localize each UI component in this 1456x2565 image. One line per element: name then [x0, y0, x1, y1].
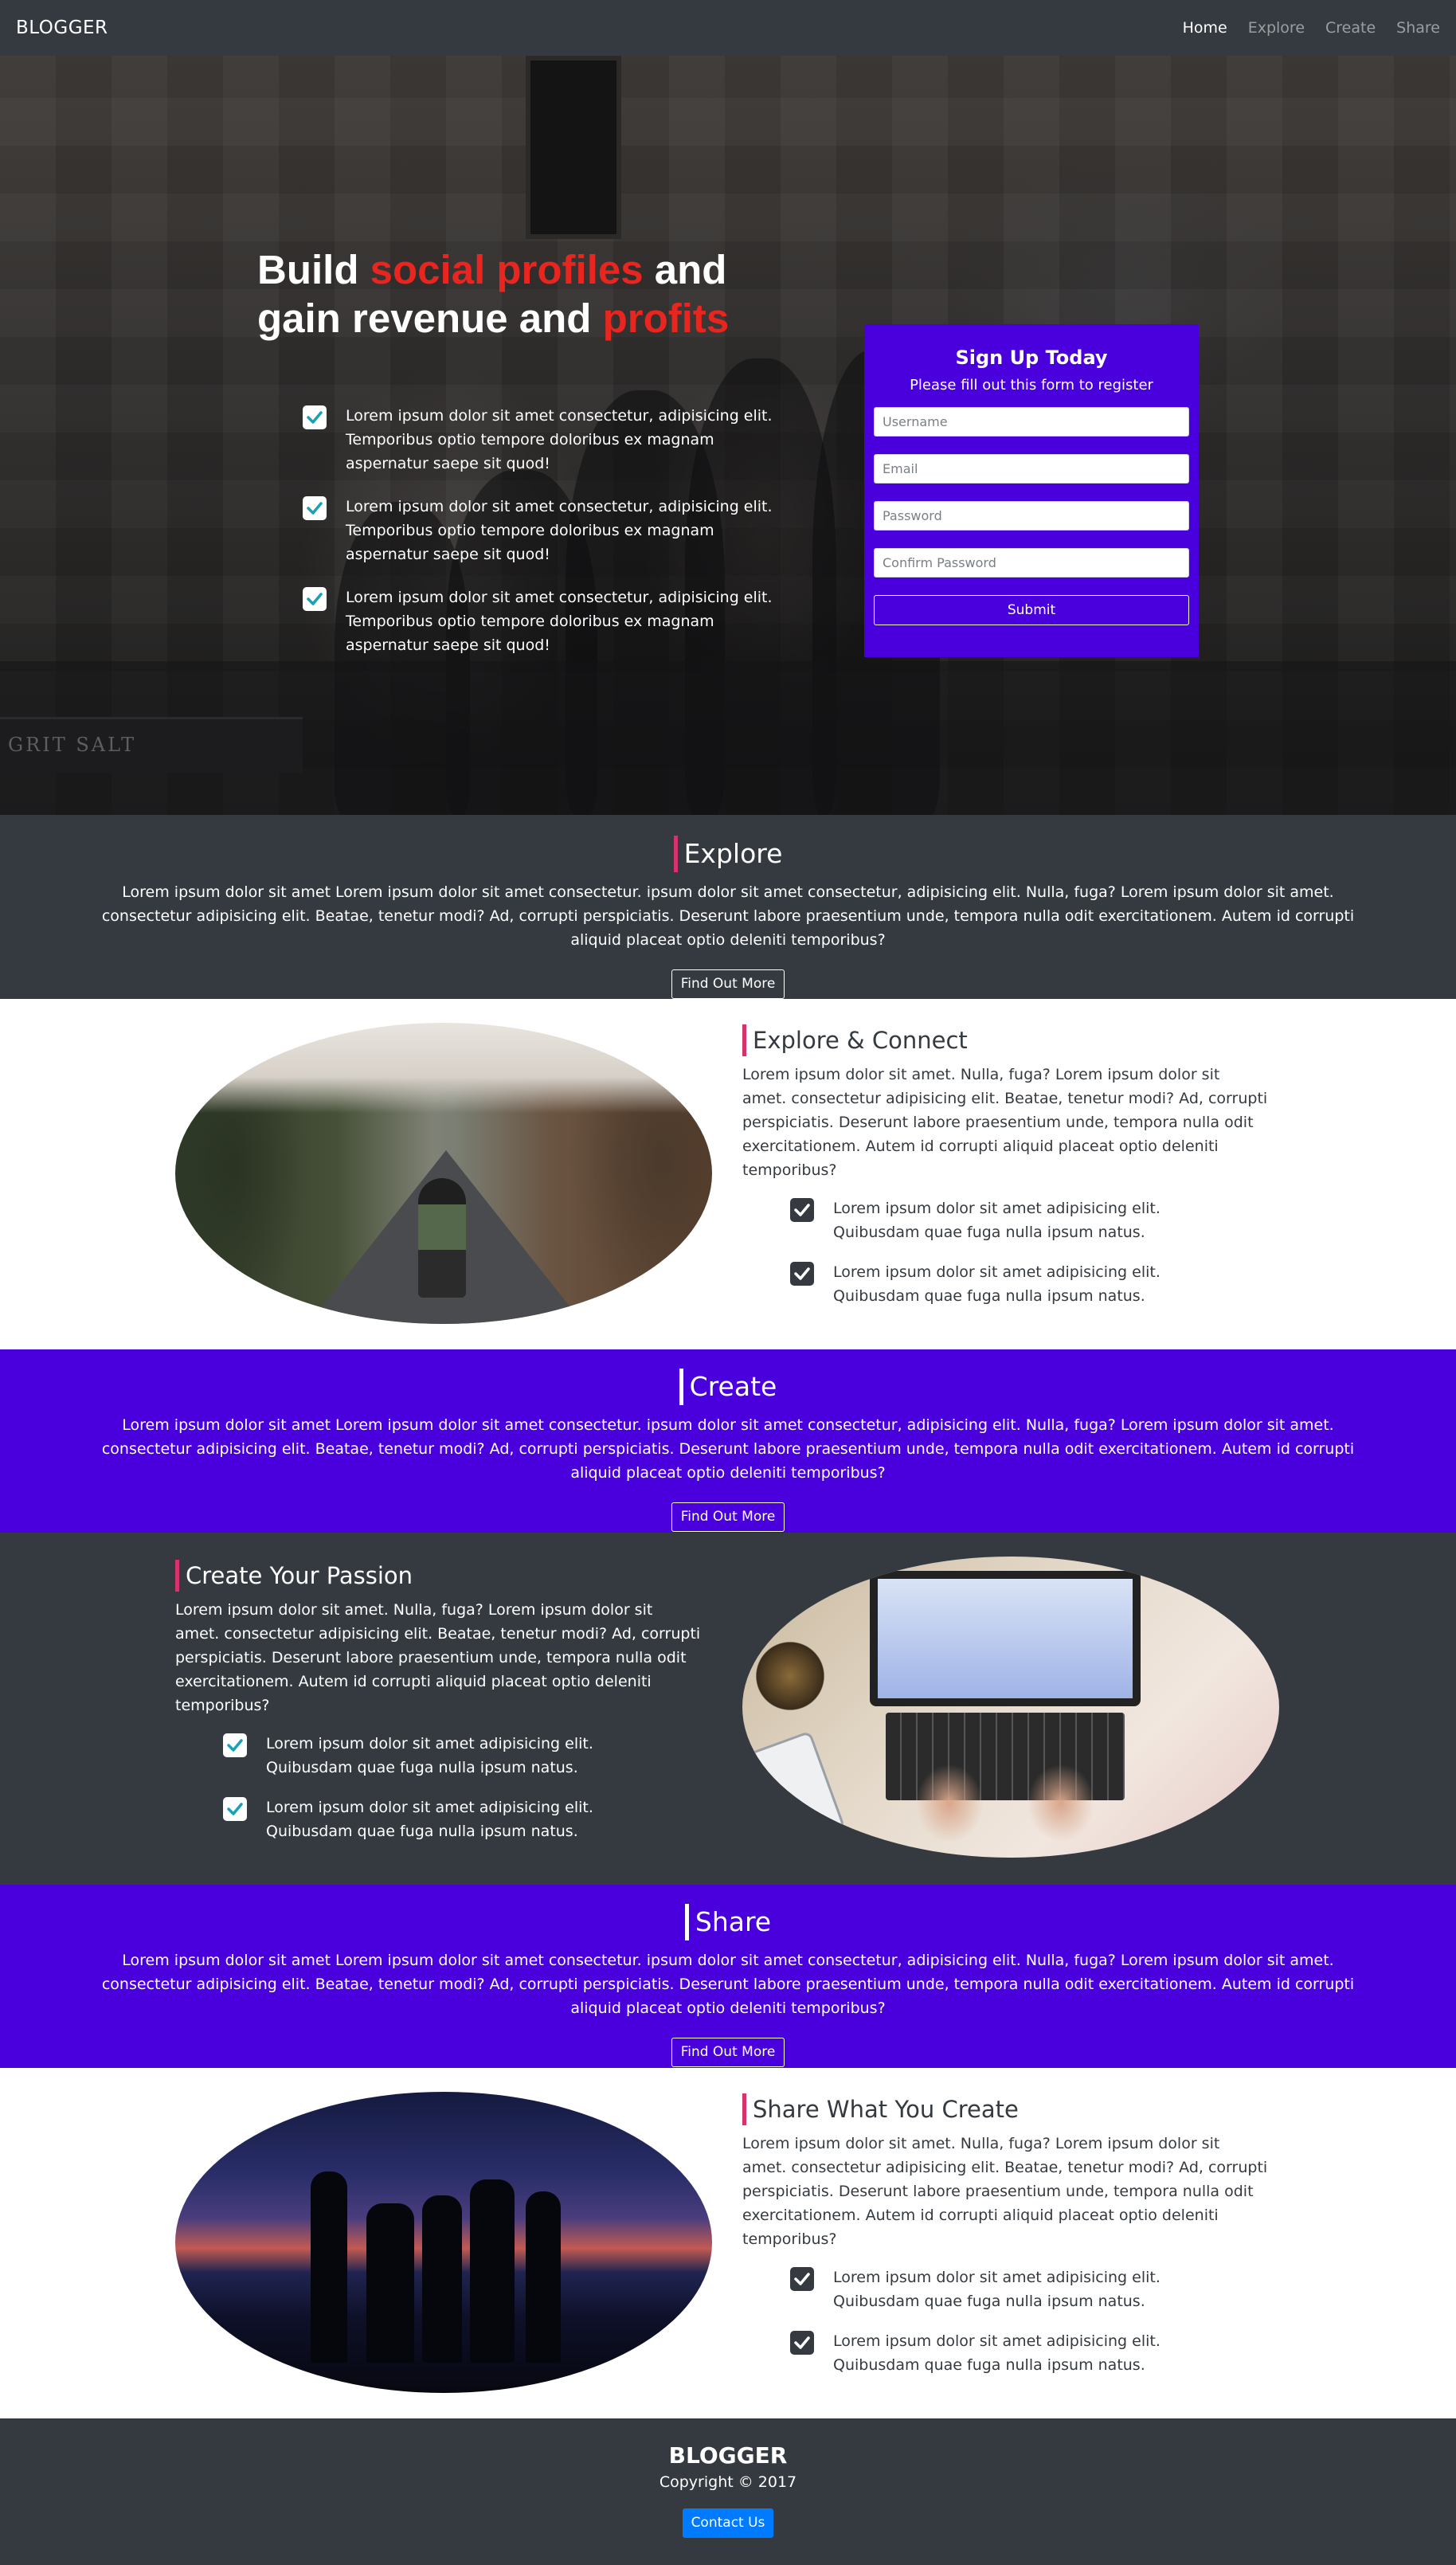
share-find-out-more-button[interactable]: Find Out More [671, 2038, 785, 2067]
signup-card: Sign Up Today Please fill out this form … [864, 324, 1199, 657]
hero-window-decor [526, 56, 621, 239]
hero-title-highlight-2: profits [602, 296, 730, 341]
create-find-out-more-button[interactable]: Find Out More [671, 1502, 785, 1532]
create-passion-content: Create Your Passion Lorem ipsum dolor si… [175, 1560, 701, 1859]
create-passion-description: Lorem ipsum dolor sit amet. Nulla, fuga?… [175, 1601, 701, 1714]
nav-link-create[interactable]: Create [1325, 19, 1376, 37]
explore-band: Explore Lorem ipsum dolor sit amet Lorem… [0, 815, 1456, 999]
share-create-title: Share What You Create [742, 2093, 1019, 2125]
check-icon [790, 2267, 814, 2291]
confirm-password-input[interactable] [874, 548, 1189, 578]
sunset-friends-image [175, 2092, 712, 2393]
explore-connect-content: Explore & Connect Lorem ipsum dolor sit … [742, 1024, 1268, 1324]
check-icon [790, 1262, 814, 1286]
brand-logo[interactable]: BLOGGER [16, 18, 108, 38]
share-create-description: Lorem ipsum dolor sit amet. Nulla, fuga?… [742, 2135, 1268, 2248]
list-item-text: Lorem ipsum dolor sit amet adipisicing e… [266, 1799, 593, 1840]
hero-sign-text: GRIT SALT [8, 734, 137, 756]
hero-feature-item: Lorem ipsum dolor sit amet consectetur, … [303, 495, 781, 566]
list-item: Lorem ipsum dolor sit amet adipisicing e… [790, 2265, 1268, 2313]
create-passion-section: Create Your Passion Lorem ipsum dolor si… [0, 1533, 1456, 1885]
nav-link-home[interactable]: Home [1183, 19, 1227, 37]
check-icon [303, 587, 327, 611]
email-input[interactable] [874, 454, 1189, 484]
list-item-text: Lorem ipsum dolor sit amet adipisicing e… [833, 2332, 1160, 2374]
share-band: Share Lorem ipsum dolor sit amet Lorem i… [0, 1885, 1456, 2068]
check-icon [223, 1733, 247, 1757]
footer-copyright: Copyright © 2017 [659, 2473, 797, 2491]
create-band-title: Create [679, 1369, 777, 1405]
share-create-section: Share What You Create Lorem ipsum dolor … [0, 2068, 1456, 2418]
contact-us-button[interactable]: Contact Us [682, 2508, 774, 2538]
check-icon [790, 2331, 814, 2355]
create-passion-title: Create Your Passion [175, 1560, 413, 1592]
nav-links: Home Explore Create Share [1183, 19, 1440, 37]
list-item: Lorem ipsum dolor sit amet adipisicing e… [790, 1196, 1268, 1244]
list-item: Lorem ipsum dolor sit amet adipisicing e… [790, 1260, 1268, 1308]
explore-find-out-more-button[interactable]: Find Out More [671, 969, 785, 999]
hero-feature-text: Lorem ipsum dolor sit amet consectetur, … [346, 589, 773, 654]
explore-connect-section: Explore & Connect Lorem ipsum dolor sit … [0, 999, 1456, 1349]
hero-title-highlight-1: social profiles [370, 247, 644, 292]
list-item-text: Lorem ipsum dolor sit amet adipisicing e… [833, 2269, 1160, 2310]
share-band-text: Lorem ipsum dolor sit amet Lorem ipsum d… [101, 1952, 1355, 2017]
list-item: Lorem ipsum dolor sit amet adipisicing e… [790, 2329, 1268, 2377]
hero-feature-text: Lorem ipsum dolor sit amet consectetur, … [346, 498, 773, 563]
road-traveler-image [175, 1023, 712, 1324]
create-band-text: Lorem ipsum dolor sit amet Lorem ipsum d… [101, 1416, 1355, 1482]
list-item-text: Lorem ipsum dolor sit amet adipisicing e… [266, 1735, 593, 1776]
list-item: Lorem ipsum dolor sit amet adipisicing e… [223, 1796, 701, 1843]
list-item-text: Lorem ipsum dolor sit amet adipisicing e… [833, 1200, 1160, 1241]
signup-subtitle: Please fill out this form to register [910, 377, 1153, 394]
hero-sign: GRIT SALT [0, 717, 303, 773]
explore-connect-description: Lorem ipsum dolor sit amet. Nulla, fuga?… [742, 1066, 1268, 1179]
hero-section: GRIT SALT Build social profiles and gain… [0, 56, 1456, 815]
explore-band-text: Lorem ipsum dolor sit amet Lorem ipsum d… [101, 883, 1355, 949]
explore-band-title: Explore [673, 836, 782, 872]
signup-title: Sign Up Today [955, 347, 1108, 369]
check-icon [303, 496, 327, 520]
password-input[interactable] [874, 501, 1189, 531]
footer-brand: BLOGGER [668, 2442, 788, 2469]
share-create-content: Share What You Create Lorem ipsum dolor … [742, 2093, 1268, 2393]
hero-title: Build social profiles and gain revenue a… [257, 245, 815, 343]
laptop-workspace-image [742, 1557, 1279, 1858]
share-create-list: Lorem ipsum dolor sit amet adipisicing e… [742, 2265, 1268, 2377]
check-icon [790, 1198, 814, 1222]
check-icon [223, 1797, 247, 1821]
explore-connect-list: Lorem ipsum dolor sit amet adipisicing e… [742, 1196, 1268, 1308]
footer: BLOGGER Copyright © 2017 Contact Us [0, 2418, 1456, 2565]
nav-link-share[interactable]: Share [1396, 19, 1440, 37]
navbar: BLOGGER Home Explore Create Share [0, 0, 1456, 56]
list-item: Lorem ipsum dolor sit amet adipisicing e… [223, 1732, 701, 1780]
hero-feature-text: Lorem ipsum dolor sit amet consectetur, … [346, 407, 773, 472]
share-band-title: Share [684, 1904, 771, 1940]
list-item-text: Lorem ipsum dolor sit amet adipisicing e… [833, 1263, 1160, 1305]
hero-feature-list: Lorem ipsum dolor sit amet consectetur, … [303, 404, 781, 676]
hero-title-part1: Build [257, 247, 370, 292]
create-band: Create Lorem ipsum dolor sit amet Lorem … [0, 1349, 1456, 1533]
explore-connect-title: Explore & Connect [742, 1024, 968, 1056]
nav-link-explore[interactable]: Explore [1248, 19, 1305, 37]
create-passion-list: Lorem ipsum dolor sit amet adipisicing e… [175, 1732, 701, 1843]
check-icon [303, 405, 327, 429]
hero-feature-item: Lorem ipsum dolor sit amet consectetur, … [303, 585, 781, 657]
hero-feature-item: Lorem ipsum dolor sit amet consectetur, … [303, 404, 781, 476]
submit-button[interactable]: Submit [874, 595, 1189, 625]
username-input[interactable] [874, 407, 1189, 437]
